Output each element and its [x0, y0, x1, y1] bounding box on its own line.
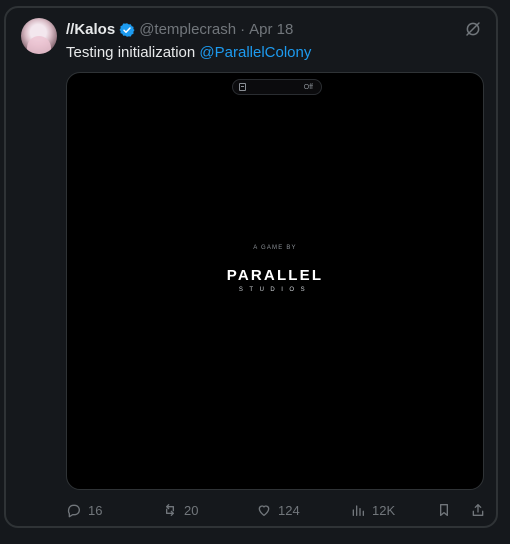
pill-status: Off — [303, 83, 313, 91]
like-count: 124 — [278, 502, 300, 518]
tweet-text-body: Testing initialization — [66, 44, 200, 61]
grok-icon[interactable] — [464, 20, 482, 38]
reply-icon — [67, 504, 80, 518]
studios-text: STUDIOS — [238, 287, 312, 293]
verified-badge-icon — [119, 22, 135, 38]
like-icon — [258, 505, 270, 516]
share-icon[interactable] — [470, 502, 486, 518]
like-action[interactable]: 124 — [256, 500, 300, 520]
secondary-actions — [436, 500, 486, 520]
media-embed[interactable]: Off A GAME BY PARALLEL STUDIOS — [66, 72, 484, 490]
separator-dot: · — [240, 21, 246, 38]
action-bar: 16 20 124 12K — [66, 500, 486, 520]
mention-link[interactable]: @ParallelColony — [199, 44, 311, 61]
repost-count: 20 — [184, 502, 199, 518]
tweet-card[interactable]: //Kalos @templecrash · Apr 18 Testing in… — [4, 6, 498, 528]
repost-action[interactable]: 20 — [162, 500, 198, 520]
views-action[interactable]: 12K — [350, 500, 395, 520]
avatar[interactable] — [21, 18, 57, 54]
brand-logo-text: PARALLEL — [226, 267, 324, 284]
display-name[interactable]: //Kalos — [66, 21, 115, 39]
tweet-text: Testing initialization @ParallelColony — [66, 43, 311, 63]
views-icon — [352, 505, 364, 516]
device-icon — [239, 83, 246, 91]
kicker-text: A GAME BY — [253, 245, 297, 251]
post-date[interactable]: Apr 18 — [249, 21, 293, 39]
reply-count: 16 — [88, 502, 103, 518]
repost-icon — [166, 504, 174, 516]
reply-action[interactable]: 16 — [66, 500, 102, 520]
tweet-header: //Kalos @templecrash · Apr 18 — [66, 21, 293, 39]
handle[interactable]: @templecrash — [139, 21, 236, 39]
bookmark-icon[interactable] — [436, 502, 452, 518]
views-count: 12K — [372, 502, 396, 518]
sound-toggle-pill[interactable]: Off — [232, 79, 322, 95]
